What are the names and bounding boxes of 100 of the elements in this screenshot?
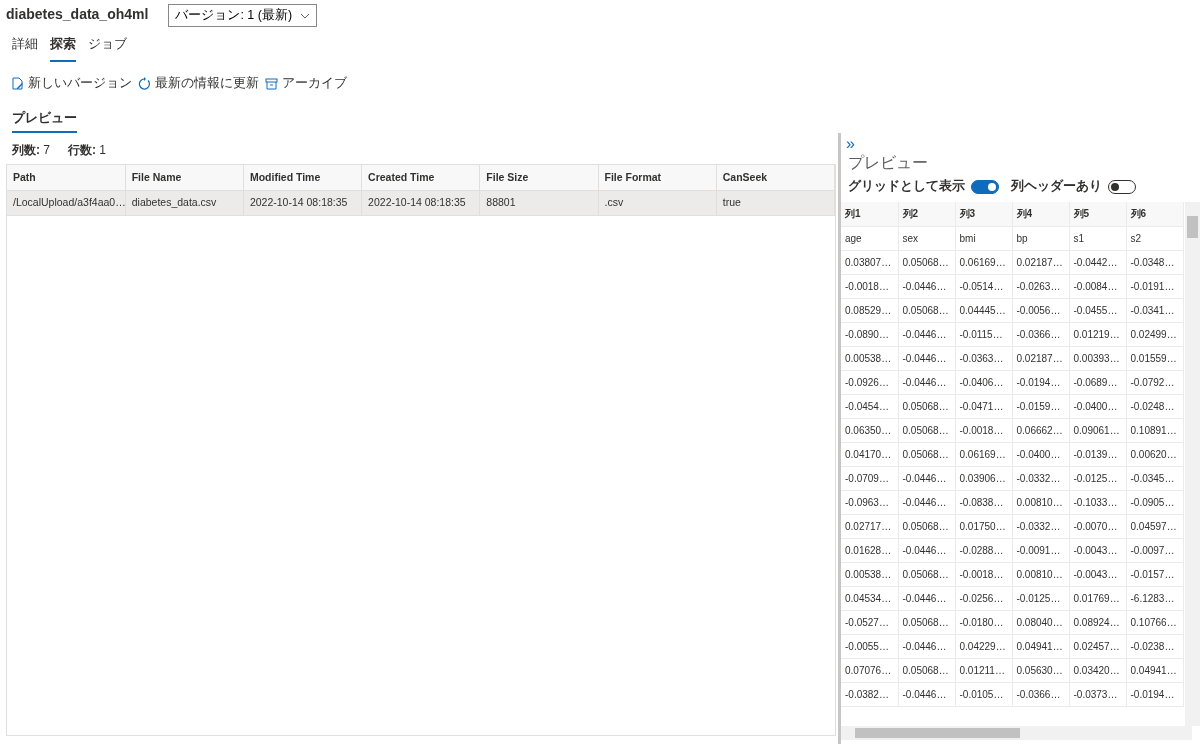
table-cell: /LocalUpload/a3f4aa0… <box>7 190 126 216</box>
dataset-title: diabetes_data_oh4ml <box>6 5 149 24</box>
grid-cell: 0.02187… <box>1012 346 1069 370</box>
grid-cell: -0.0400… <box>1012 442 1069 466</box>
collapse-button[interactable]: » <box>846 137 855 152</box>
grid-cell: 0.06350… <box>841 418 898 442</box>
grid-cell: -0.0382… <box>841 682 898 706</box>
grid-cell: -0.0191… <box>1126 274 1183 298</box>
vertical-scrollbar[interactable] <box>1185 202 1200 726</box>
grid-cell: 0.00810… <box>1012 490 1069 514</box>
column-header[interactable]: Created Time <box>361 165 480 191</box>
grid-cell: -0.0446… <box>898 586 955 610</box>
column-header: 列4 <box>1012 202 1069 226</box>
grid-cell: 0.05630… <box>1012 658 1069 682</box>
grid-cell: -6.1283… <box>1126 586 1183 610</box>
grid-cell: 0.05068… <box>898 418 955 442</box>
grid-cell: -0.0471… <box>955 394 1012 418</box>
horizontal-scrollbar[interactable] <box>841 726 1192 740</box>
grid-cell: -0.1033… <box>1069 490 1126 514</box>
grid-cell: -0.0332… <box>1012 466 1069 490</box>
toggle-label: 列ヘッダーあり <box>1011 178 1102 196</box>
grid-cell: -0.0157… <box>1126 562 1183 586</box>
column-header: 列1 <box>841 202 898 226</box>
table-cell: .csv <box>598 190 717 216</box>
grid-cell: -0.0055… <box>841 634 898 658</box>
grid-cell: 0.01559… <box>1126 346 1183 370</box>
table-cell: 88801 <box>479 190 598 216</box>
grid-cell: -0.0446… <box>898 346 955 370</box>
grid-cell: -0.0341… <box>1126 298 1183 322</box>
grid-cell: 0.04534… <box>841 586 898 610</box>
grid-cell: -0.0115… <box>955 322 1012 346</box>
column-header: 列6 <box>1126 202 1183 226</box>
grid-cell: 0.02457… <box>1069 634 1126 658</box>
table-cell: true <box>716 190 835 216</box>
grid-cell: -0.0446… <box>898 538 955 562</box>
table-cell: 2022-10-14 08:18:35 <box>243 190 362 216</box>
grid-cell: -0.0455… <box>1069 298 1126 322</box>
grid-cell: -0.0263… <box>1012 274 1069 298</box>
grid-cell: s1 <box>1069 226 1126 250</box>
grid-cell: -0.0043… <box>1069 562 1126 586</box>
tab[interactable]: 詳細 <box>12 35 38 62</box>
grid-cell: -0.0056… <box>1012 298 1069 322</box>
grid-cell: 0.00810… <box>1012 562 1069 586</box>
grid-cell: 0.01769… <box>1069 586 1126 610</box>
grid-cell: -0.0345… <box>1126 466 1183 490</box>
grid-cell: 0.10891… <box>1126 418 1183 442</box>
grid-cell: -0.0446… <box>898 274 955 298</box>
grid-cell: 0.05068… <box>898 562 955 586</box>
toolbar-button[interactable]: 新しいバージョン <box>11 73 132 93</box>
grid-cell: -0.0238… <box>1126 634 1183 658</box>
version-dropdown[interactable]: バージョン: 1 (最新) <box>168 4 318 27</box>
grid-cell: bmi <box>955 226 1012 250</box>
grid-cell: 0.04941… <box>1126 658 1183 682</box>
grid-cell: -0.0926… <box>841 370 898 394</box>
grid-cell: 0.03807… <box>841 250 898 274</box>
grid-cell: -0.0125… <box>1069 466 1126 490</box>
grid-cell: 0.08924… <box>1069 610 1126 634</box>
grid-cell: 0.00393… <box>1069 346 1126 370</box>
column-header[interactable]: Modified Time <box>243 165 362 191</box>
column-header: 列2 <box>898 202 955 226</box>
table-row[interactable]: /LocalUpload/a3f4aa0… diabetes_data.csv 2022-10-14 08:18:35 2022-10-14 08:18:35 88801 .csv true <box>7 190 835 216</box>
grid-cell: -0.0963… <box>841 490 898 514</box>
toolbar-button[interactable]: 最新の情報に更新 <box>138 73 259 93</box>
grid-cell: -0.0373… <box>1069 682 1126 706</box>
grid-cell: -0.0366… <box>1012 322 1069 346</box>
grid-cell: 0.05068… <box>898 298 955 322</box>
refresh-icon <box>138 76 151 90</box>
toolbar-button[interactable]: アーカイブ <box>265 73 347 93</box>
grid-cell: 0.05068… <box>898 658 955 682</box>
grid-cell: -0.0159… <box>1012 394 1069 418</box>
tab[interactable]: ジョブ <box>88 35 127 62</box>
grid-cell: 0.09061… <box>1069 418 1126 442</box>
toggle-switch[interactable] <box>971 179 999 194</box>
grid-cell: -0.0792… <box>1126 370 1183 394</box>
grid-cell: 0.04597… <box>1126 514 1183 538</box>
column-header: 列3 <box>955 202 1012 226</box>
grid-cell: 0.00620… <box>1126 442 1183 466</box>
grid-cell: -0.0043… <box>1069 538 1126 562</box>
count-label: 列数: 7 <box>12 142 50 160</box>
table-cell: 2022-10-14 08:18:35 <box>361 190 480 216</box>
column-header[interactable]: File Format <box>598 165 717 191</box>
grid-cell: -0.0194… <box>1126 682 1183 706</box>
tab[interactable]: プレビュー <box>12 108 77 134</box>
grid-cell: 0.05068… <box>898 514 955 538</box>
toggle-label: グリッドとして表示 <box>848 178 965 196</box>
tab[interactable]: 探索 <box>50 35 76 62</box>
grid-cell: 0.01211… <box>955 658 1012 682</box>
column-header[interactable]: CanSeek <box>716 165 835 191</box>
column-header[interactable]: Path <box>7 165 126 191</box>
grid-cell: -0.0709… <box>841 466 898 490</box>
grid-cell: 0.02717… <box>841 514 898 538</box>
grid-cell: s2 <box>1126 226 1183 250</box>
grid-cell: 0.04170… <box>841 442 898 466</box>
grid-cell: 0.01628… <box>841 538 898 562</box>
grid-cell: -0.0097… <box>1126 538 1183 562</box>
grid-cell: 0.04941… <box>1012 634 1069 658</box>
grid-cell: 0.04445… <box>955 298 1012 322</box>
column-header[interactable]: File Size <box>479 165 598 191</box>
column-header[interactable]: File Name <box>125 165 244 191</box>
grid-cell: 0.03420… <box>1069 658 1126 682</box>
